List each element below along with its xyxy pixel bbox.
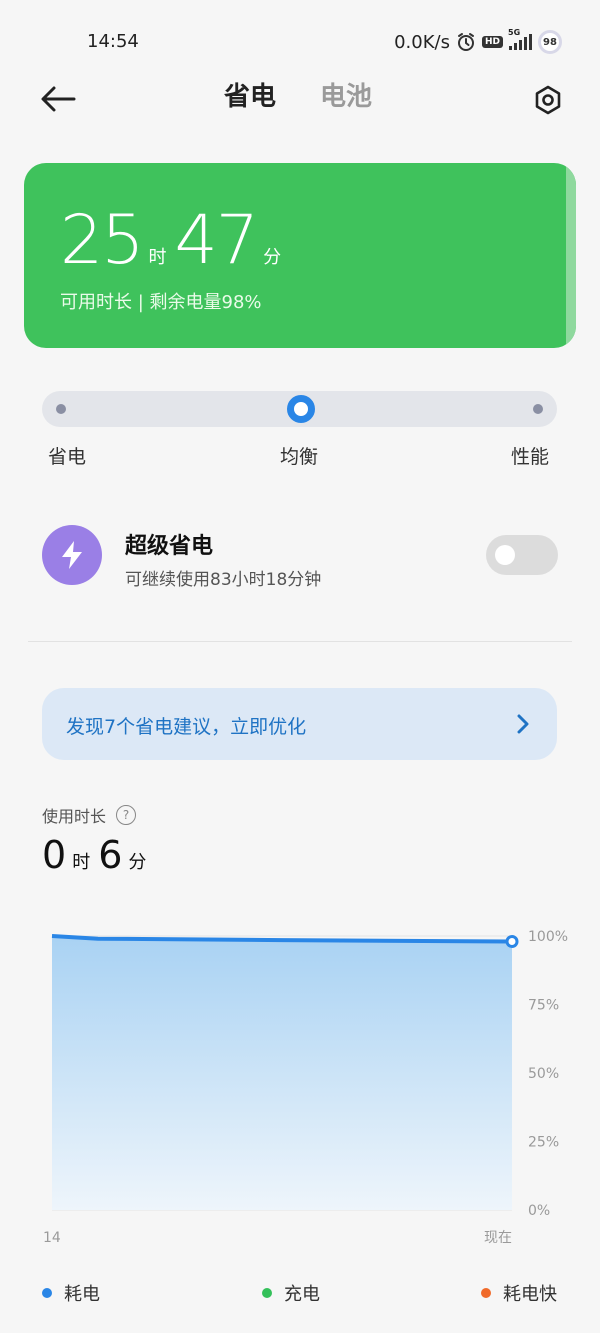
hours-unit: 时: [148, 247, 167, 268]
hd-icon: HD: [481, 36, 503, 48]
super-saver-title: 超级省电: [125, 534, 214, 559]
suggestion-text: 发现7个省电建议，立即优化: [66, 716, 307, 738]
y-tick-label: 0%: [528, 1203, 550, 1219]
usage-label-row: 使用时长 ?: [42, 803, 137, 827]
mode-slider[interactable]: [42, 391, 557, 427]
divider: [28, 641, 572, 642]
mode-slider-knob[interactable]: [287, 395, 315, 423]
chevron-right-icon: [517, 714, 529, 738]
current-point-marker: [505, 934, 519, 948]
y-tick-label: 75%: [528, 998, 559, 1014]
status-bar: 14:54 0.0K/s HD 5G 98: [0, 0, 600, 80]
usage-hours-unit: 时: [72, 852, 91, 873]
signal-label: 5G: [508, 28, 521, 37]
status-icons: 0.0K/s HD 5G 98: [394, 28, 562, 54]
usage-label: 使用时长: [42, 807, 107, 826]
legend-drain: 耗电: [42, 1280, 100, 1306]
super-saver-toggle[interactable]: [486, 535, 558, 575]
mode-dot-performance[interactable]: [533, 404, 543, 414]
battery-subtitle: 可用时长 | 剩余电量98%: [60, 292, 262, 313]
x-tick-label: 现在: [484, 1230, 512, 1246]
minutes-unit: 分: [263, 247, 282, 268]
card-edge: [566, 163, 576, 348]
mode-label-power-save[interactable]: 省电: [48, 442, 86, 469]
tab-power-save[interactable]: 省电: [224, 76, 276, 113]
tab-battery[interactable]: 电池: [320, 76, 372, 113]
mode-dot-power-save[interactable]: [56, 404, 66, 414]
remaining-hours: 25: [60, 201, 145, 280]
y-tick-label: 25%: [528, 1135, 559, 1151]
mode-label-balanced[interactable]: 均衡: [280, 442, 318, 469]
usage-value: 0 时 6 分: [42, 833, 154, 877]
usage-hours: 0: [42, 833, 67, 877]
settings-icon[interactable]: [532, 84, 564, 116]
usage-minutes: 6: [98, 833, 123, 877]
optimize-suggestion-banner[interactable]: 发现7个省电建议，立即优化: [42, 688, 557, 760]
legend-dot-fast-drain: [481, 1288, 491, 1298]
alarm-icon: [456, 32, 476, 52]
legend-label-drain: 耗电: [64, 1284, 100, 1305]
legend-label-charge: 充电: [284, 1284, 320, 1305]
usage-minutes-unit: 分: [128, 852, 147, 873]
y-tick-label: 50%: [528, 1066, 559, 1082]
legend-charge: 充电: [262, 1280, 320, 1306]
legend-label-fast-drain: 耗电快: [503, 1284, 557, 1305]
net-speed: 0.0K/s: [394, 31, 450, 53]
remaining-time: 25 时 47 分: [60, 201, 289, 280]
battery-area: [52, 936, 512, 1210]
x-tick-label: 14: [43, 1230, 61, 1246]
mode-label-performance[interactable]: 性能: [511, 442, 549, 469]
toggle-knob: [495, 545, 515, 565]
signal-5g-icon: 5G: [508, 28, 532, 50]
back-arrow-icon[interactable]: [40, 84, 76, 114]
legend-dot-drain: [42, 1288, 52, 1298]
legend-fast-drain: 耗电快: [481, 1280, 557, 1306]
status-time: 14:54: [87, 31, 139, 52]
battery-icon: 98: [538, 30, 562, 54]
legend-dot-charge: [262, 1288, 272, 1298]
super-saver-subtitle: 可继续使用83小时18分钟: [125, 570, 322, 590]
y-tick-label: 100%: [528, 929, 568, 945]
battery-line: [51, 934, 513, 944]
battery-level-chart: 100% 75% 50% 25% 0% 14 现在: [43, 929, 568, 1246]
remaining-minutes: 47: [174, 201, 260, 280]
lightning-icon: [42, 525, 102, 585]
battery-status-card: 25 时 47 分 可用时长 | 剩余电量98%: [24, 163, 576, 348]
help-icon[interactable]: ?: [116, 805, 137, 825]
